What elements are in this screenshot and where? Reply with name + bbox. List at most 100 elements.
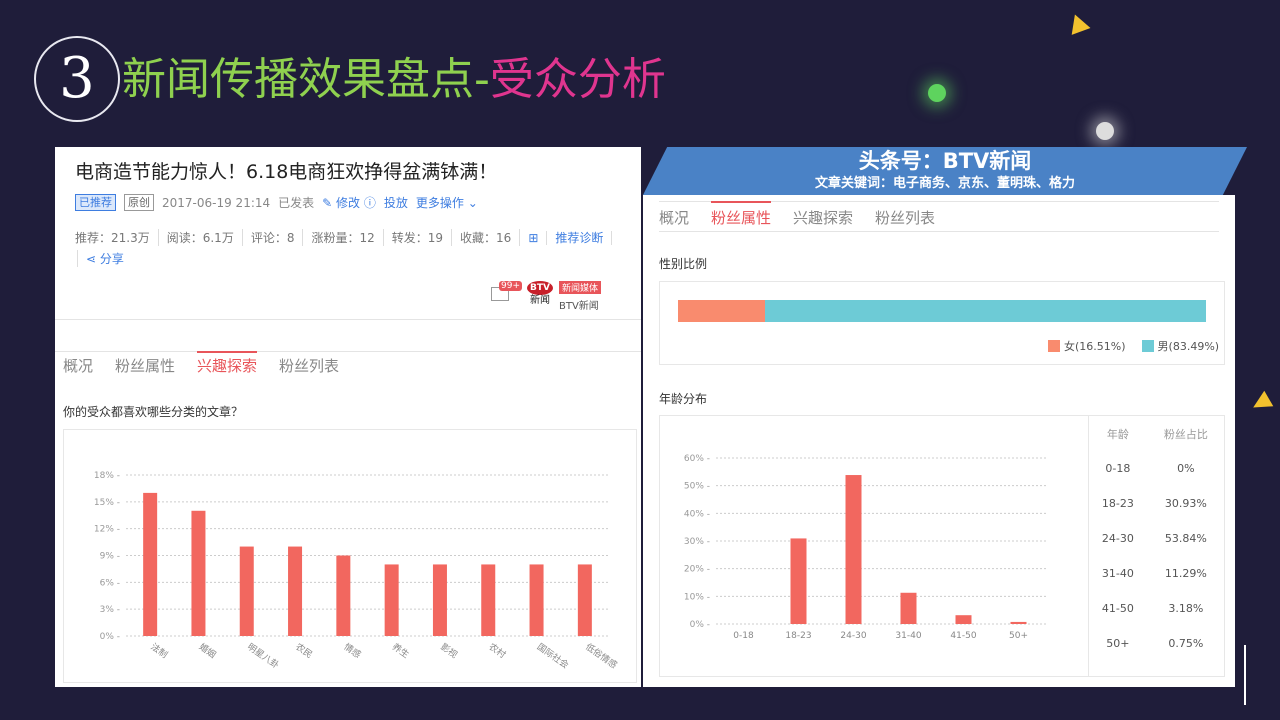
left-tabs: 概况 粉丝属性 兴趣探索 粉丝列表 [63,351,339,376]
article-title: 电商造节能力惊人！6.18电商狂欢挣得盆满钵满！ [75,161,498,183]
table-header-row: 年龄 粉丝占比 [1089,416,1225,451]
y-tick-label: 0% - [100,632,120,642]
btv-logo-badge: BTV [527,281,553,295]
x-tick-label: 0-18 [733,631,754,641]
y-tick-label: 9% - [100,552,120,562]
slide-title: 新闻传播效果盘点-受众分析 [122,52,666,108]
gender-box: 女(16.51%) 男(83.49%) [659,281,1225,365]
tab-overview[interactable]: 概况 [659,201,689,228]
publish-datetime: 2017-06-19 21:14 [162,195,271,210]
legend-female-swatch [1048,340,1060,352]
table-row: 31-40 11.29% [1089,556,1225,591]
tab-interest[interactable]: 兴趣探索 [197,351,258,376]
age-cell: 0-18 [1105,462,1131,475]
tab-interest[interactable]: 兴趣探索 [793,201,853,228]
tab-overview[interactable]: 概况 [63,351,93,376]
bar [191,510,206,636]
legend-male: 男(83.49%) [1157,340,1220,353]
age-cell: 18-23 [1101,497,1134,510]
y-tick-label: 10% - [684,592,710,602]
diagnose-link[interactable]: ⊞ 推荐诊断 [520,229,620,246]
x-tick-label: 18-23 [785,631,811,641]
ratio-cell: 53.84% [1164,532,1207,545]
right-screenshot-panel: 概况 粉丝属性 兴趣探索 粉丝列表 性别比例 女(16.51%) 男(83.49… [643,195,1235,687]
stat-favorite: 收藏：16 [452,229,521,246]
x-tick-label: 农村 [487,641,509,661]
title-green: 新闻传播效果盘点- [122,54,490,105]
bar [288,546,303,636]
article-stats: 推荐：21.3万 阅读：6.1万 评论：8 涨粉量：12 转发：19 收藏：16… [75,229,620,246]
btv-logo-sub: 新闻 [530,295,550,306]
y-tick-label: 60% - [684,454,710,464]
legend-female: 女(16.51%) [1064,340,1126,353]
stat-comment: 评论：8 [243,229,304,246]
bar [577,564,592,636]
post-link[interactable]: 投放 [384,194,408,211]
title-pink: 受众分析 [489,54,666,105]
bar [955,615,972,624]
x-tick-label: 31-40 [895,631,921,641]
x-tick-label: 农民 [293,641,315,661]
banner-title: 头条号：BTV新闻 [858,149,1032,173]
header-age: 年龄 [1106,427,1129,441]
x-tick-label: 国际社会 [535,641,571,671]
help-icon: ⓘ [360,196,376,210]
stat-recommend: 推荐：21.3万 [75,229,159,246]
white-glow-decoration [1096,122,1114,140]
x-tick-label: 明星八卦 [245,641,281,671]
gender-ratio-bar [678,300,1206,322]
white-line-decoration [1244,645,1246,705]
age-cell: 41-50 [1101,602,1134,615]
btv-logo: BTV 新闻 [527,281,553,307]
publish-status: 已发表 [278,196,315,210]
bar [384,564,399,636]
header-ratio: 粉丝占比 [1163,427,1208,441]
age-cell: 24-30 [1101,532,1134,545]
ratio-cell: 30.93% [1164,497,1207,510]
bar [432,564,447,636]
x-tick-label: 法制 [148,641,170,661]
table-row: 24-30 53.84% [1089,521,1225,556]
tab-fans-attr[interactable]: 粉丝属性 [115,351,175,376]
x-tick-label: 情感 [342,641,364,661]
table-row: 18-23 30.93% [1089,486,1225,521]
ratio-cell: 3.18% [1168,602,1204,615]
bar [900,592,917,624]
legend-male-swatch [1141,340,1154,352]
bar [1010,621,1027,624]
original-tag: 原创 [124,194,154,211]
edit-link[interactable]: ✎ 修改 ⓘ [322,194,376,211]
ratio-cell: 0% [1177,462,1195,475]
x-tick-label: 养生 [390,641,412,661]
age-box: 0% - 10% - 20% - 30% - 40% - 50% - 60% - 0-18 18… [659,415,1225,677]
bar [239,546,254,636]
bar [336,555,351,636]
stat-read: 阅读：6.1万 [159,229,243,246]
gender-female-segment [678,300,766,322]
yellow-triangle-right-decoration [1248,390,1274,416]
tab-fan-list[interactable]: 粉丝列表 [875,201,935,228]
y-tick-label: 18% - [94,471,120,481]
bar [481,564,496,636]
x-tick-label: 婚姻 [197,641,219,661]
media-tag: 新闻媒体 [559,281,602,294]
y-tick-label: 40% - [684,509,710,519]
tab-fans-attr[interactable]: 粉丝属性 [711,201,772,228]
yellow-triangle-decoration [1065,11,1091,35]
gender-male-segment [765,300,1206,322]
tab-fan-list[interactable]: 粉丝列表 [279,351,339,376]
y-tick-label: 20% - [684,565,710,575]
interest-question: 你的受众都喜欢哪些分类的文章？ [63,405,244,419]
table-row: 50+ 0.75% [1089,626,1225,661]
stat-forward: 转发：19 [384,229,453,246]
x-tick-label: 50+ [1009,631,1028,641]
table-row: 41-50 3.18% [1089,591,1225,626]
more-actions-link[interactable]: 更多操作 ⌄ [416,194,478,211]
y-tick-label: 6% - [100,578,120,588]
right-tabs: 概况 粉丝属性 兴趣探索 粉丝列表 [659,201,935,228]
y-tick-label: 0% - [690,620,710,630]
share-link[interactable]: ⋖ 分享 [77,250,124,267]
x-tick-label: 影视 [438,641,460,661]
y-tick-label: 15% - [94,498,120,508]
message-badge: 99+ [499,281,522,291]
